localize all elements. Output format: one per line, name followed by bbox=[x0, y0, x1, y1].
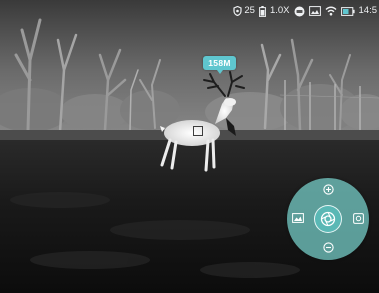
battery-level-icon bbox=[259, 5, 266, 17]
zoom-in-button[interactable] bbox=[321, 182, 335, 196]
zoom-out-icon bbox=[322, 241, 334, 253]
gallery-button[interactable] bbox=[291, 211, 305, 225]
record-indicator bbox=[294, 6, 305, 17]
status-bar: 25 1.0X 14:5 bbox=[233, 4, 377, 18]
wifi-icon bbox=[325, 6, 336, 16]
wifi-indicator bbox=[325, 6, 337, 16]
thermal-viewer-screen: 158M 25 1.0X 14:5 bbox=[0, 0, 379, 293]
battery-indicator bbox=[340, 6, 355, 16]
gallery-icon bbox=[292, 213, 304, 223]
battery-icon bbox=[340, 6, 355, 16]
image-mode-indicator bbox=[308, 6, 321, 16]
control-wheel[interactable] bbox=[287, 178, 369, 260]
zoom-value: 1.0X bbox=[269, 5, 290, 16]
image-mode-icon bbox=[308, 6, 321, 16]
battery-level-indicator bbox=[259, 5, 266, 17]
distance-tag: 158M bbox=[203, 56, 236, 74]
shield-indicator: 25 bbox=[233, 4, 255, 18]
shield-count: 25 bbox=[244, 5, 255, 16]
mode-button[interactable] bbox=[351, 211, 365, 225]
shutter-icon bbox=[320, 211, 336, 227]
zoom-indicator: 1.0X bbox=[270, 4, 290, 18]
zoom-out-button[interactable] bbox=[321, 240, 335, 254]
zoom-in-icon bbox=[322, 183, 334, 195]
shutter-button[interactable] bbox=[314, 205, 342, 233]
record-icon bbox=[294, 6, 304, 16]
shield-icon bbox=[233, 6, 242, 16]
mode-icon bbox=[352, 212, 364, 224]
clock: 14:5 bbox=[358, 5, 378, 16]
target-crosshair bbox=[193, 126, 203, 136]
